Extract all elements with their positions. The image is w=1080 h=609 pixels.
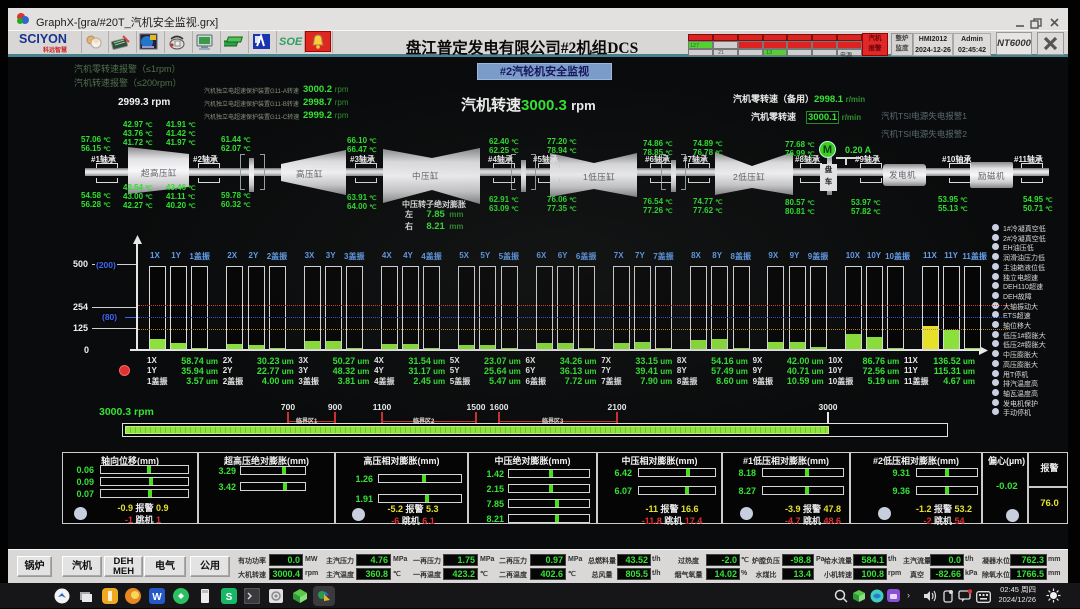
svg-text:W: W <box>152 592 162 603</box>
svg-text:S: S <box>225 592 232 603</box>
